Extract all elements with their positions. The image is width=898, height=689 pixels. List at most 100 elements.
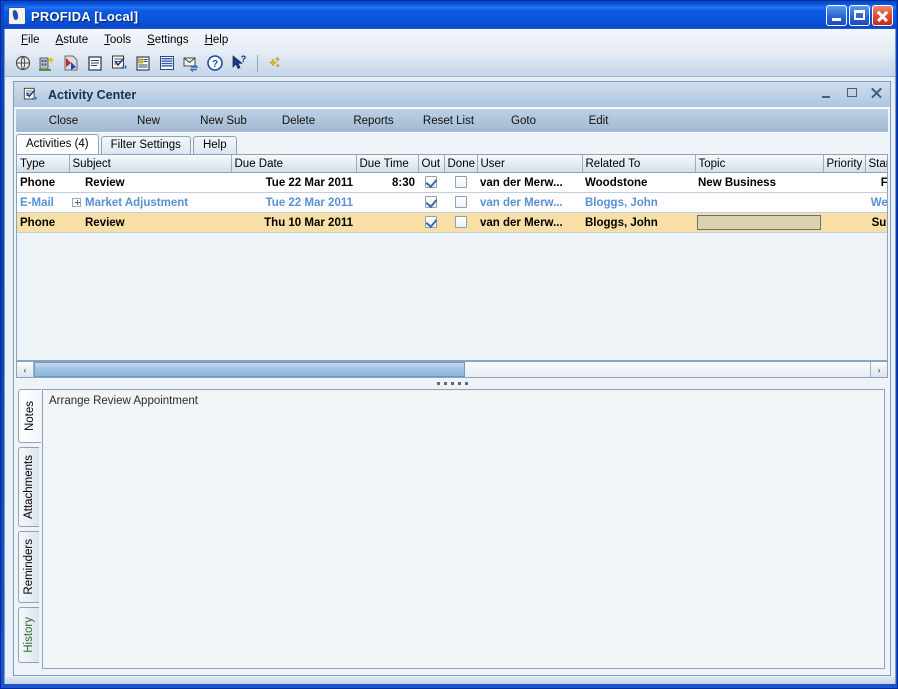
done-checkbox[interactable] [454, 196, 467, 209]
table-row[interactable]: E-Mail Market Adjustment Tue 22 Mar 2011… [17, 192, 887, 213]
document-icon[interactable] [85, 53, 105, 73]
cell-start-date: Sun 06 Aug 2 [865, 212, 887, 233]
column-header-topic[interactable]: Topic [695, 155, 824, 173]
activity-center-close-button[interactable] [870, 86, 884, 100]
cell-due-time [356, 212, 418, 233]
new-button[interactable]: New [111, 113, 186, 129]
tab-filter-settings[interactable]: Filter Settings [100, 136, 191, 154]
table-row[interactable]: Phone Review Thu 10 Mar 2011 van der Mer… [17, 212, 887, 233]
reports-button[interactable]: Reports [336, 113, 411, 129]
cell-type: Phone [17, 212, 69, 233]
out-checkbox[interactable] [425, 196, 437, 209]
cell-done[interactable] [444, 172, 477, 193]
window-buttons [826, 5, 893, 26]
grid-horizontal-scrollbar[interactable]: ‹ › [16, 361, 888, 378]
reset-list-button[interactable]: Reset List [411, 113, 486, 129]
toolbar: ? ? [5, 50, 895, 77]
panel-splitter[interactable] [16, 379, 888, 387]
delete-button[interactable]: Delete [261, 113, 336, 129]
cell-due-time [356, 192, 418, 213]
grid-table-icon[interactable] [157, 53, 177, 73]
cell-priority [823, 192, 865, 213]
activity-clipboard-icon[interactable] [109, 53, 129, 73]
cell-out[interactable] [418, 172, 444, 193]
topic-input[interactable] [697, 215, 821, 230]
menu-item-file[interactable]: File [13, 32, 48, 48]
menu-item-astute[interactable]: Astute [48, 32, 97, 48]
column-header-user[interactable]: User [477, 155, 583, 173]
column-header-out[interactable]: Out [418, 155, 445, 173]
window-close-button[interactable] [872, 5, 893, 26]
menu-item-help[interactable]: Help [197, 32, 237, 48]
cell-done[interactable] [444, 192, 477, 213]
cell-topic-editor[interactable] [695, 212, 823, 233]
scrollbar-thumb[interactable] [34, 362, 465, 377]
out-checkbox[interactable] [425, 176, 437, 189]
edit-button[interactable]: Edit [561, 113, 636, 129]
profida-logo-icon [8, 7, 26, 25]
column-header-start-date[interactable]: Start Date [865, 155, 887, 173]
activity-center-minimize-button[interactable] [820, 86, 834, 100]
activity-clipboard-icon [22, 87, 40, 103]
window-maximize-button[interactable] [849, 5, 870, 26]
side-tab-notes[interactable]: Notes [18, 389, 41, 443]
menu-label-file: ile [28, 33, 40, 46]
activity-center-maximize-button[interactable] [845, 86, 859, 100]
scrollbar-track[interactable] [34, 362, 870, 377]
table-row[interactable]: Phone Review Tue 22 Mar 2011 8:30 van de… [17, 172, 887, 193]
help-circle-icon[interactable]: ? [205, 53, 225, 73]
notes-text[interactable]: Arrange Review Appointment [49, 395, 878, 663]
cell-out[interactable] [418, 192, 444, 213]
contact-card-icon[interactable] [61, 53, 81, 73]
column-header-related-to[interactable]: Related To [582, 155, 696, 173]
globe-icon[interactable] [13, 53, 33, 73]
scroll-right-button[interactable]: › [870, 362, 887, 377]
column-header-subject[interactable]: Subject [69, 155, 232, 173]
form-record-icon[interactable] [133, 53, 153, 73]
side-tab-reminders[interactable]: Reminders [18, 531, 39, 603]
cell-subject: Review [69, 172, 231, 193]
done-checkbox[interactable] [454, 176, 467, 189]
toolbar-separator [257, 54, 258, 72]
menu-item-tools[interactable]: Tools [96, 32, 139, 48]
help-pointer-icon[interactable]: ? [229, 53, 249, 73]
expand-row-icon[interactable] [72, 197, 81, 207]
done-checkbox[interactable] [454, 216, 467, 229]
splitter-dot [450, 381, 454, 385]
activities-table: Type Subject Due Date Due Time Out Done … [17, 155, 887, 233]
sparkle-icon[interactable] [264, 53, 284, 73]
mail-transfer-icon[interactable] [181, 53, 201, 73]
column-header-priority[interactable]: Priority [823, 155, 866, 173]
splitter-dot [443, 381, 447, 385]
window-minimize-button[interactable] [826, 5, 847, 26]
tab-activities[interactable]: Activities (4) [16, 134, 99, 154]
detail-panel: Notes Attachments Reminders History Arra… [16, 387, 888, 673]
building-add-icon[interactable] [37, 53, 57, 73]
side-tab-reminders-label: Reminders [23, 539, 35, 595]
column-header-due-date[interactable]: Due Date [231, 155, 357, 173]
cell-out[interactable] [418, 212, 444, 233]
scroll-left-button[interactable]: ‹ [17, 362, 34, 377]
side-tab-notes-label: Notes [24, 400, 36, 432]
close-button[interactable]: Close [16, 113, 111, 129]
notes-panel[interactable]: Arrange Review Appointment [42, 389, 885, 669]
tab-strip: Activities (4) Filter Settings Help [16, 134, 888, 155]
cell-subject: Review [69, 212, 231, 233]
goto-button[interactable]: Goto [486, 113, 561, 129]
side-tab-history[interactable]: History [18, 607, 39, 663]
cell-user: van der Merw... [477, 192, 582, 213]
column-header-due-time[interactable]: Due Time [356, 155, 419, 173]
cell-done[interactable] [444, 212, 477, 233]
menu-item-settings[interactable]: Settings [139, 32, 197, 48]
status-strip [5, 677, 895, 684]
new-sub-button[interactable]: New Sub [186, 113, 261, 129]
cell-related-to: Woodstone [582, 172, 695, 193]
column-header-type[interactable]: Type [17, 155, 70, 173]
out-checkbox[interactable] [425, 216, 437, 229]
side-tab-attachments[interactable]: Attachments [18, 447, 39, 527]
side-tab-attachments-label: Attachments [23, 455, 35, 519]
cell-subject: Market Adjustment [69, 192, 231, 213]
tab-help[interactable]: Help [192, 136, 237, 154]
cell-due-date: Tue 22 Mar 2011 [231, 192, 356, 213]
column-header-done[interactable]: Done [444, 155, 478, 173]
